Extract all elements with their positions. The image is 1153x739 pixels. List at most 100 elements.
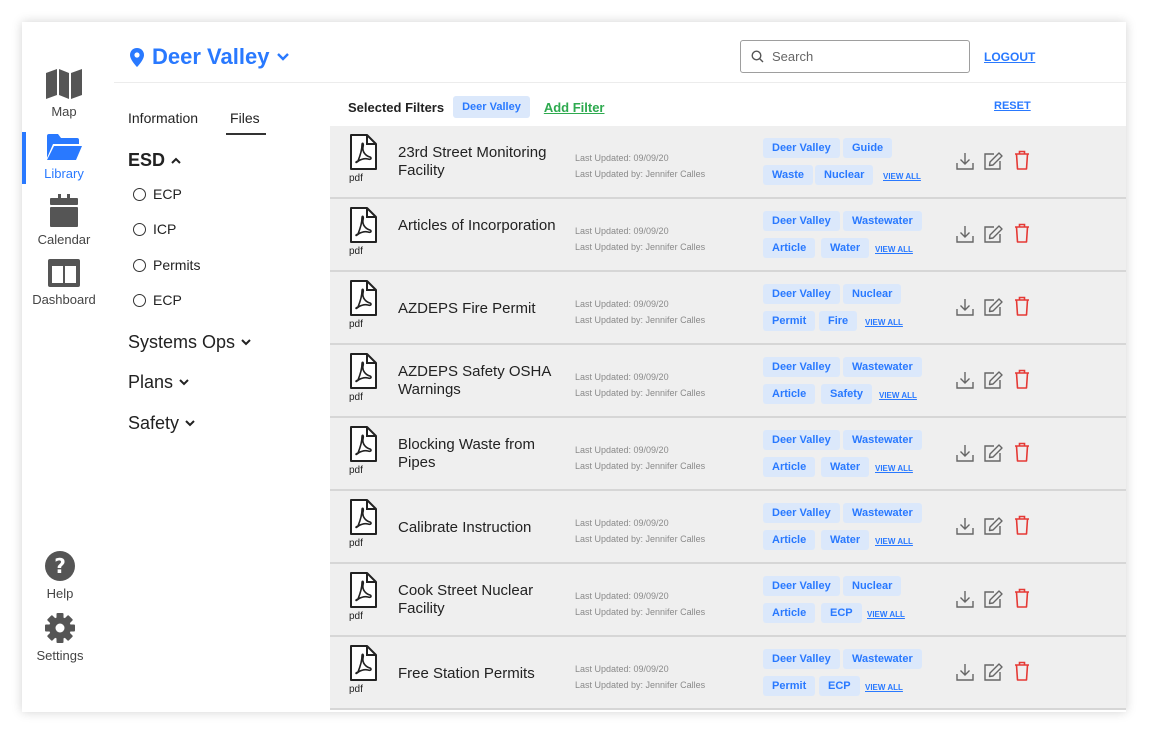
view-all-link[interactable]: VIEW ALL — [865, 683, 903, 692]
download-icon[interactable] — [956, 152, 974, 175]
tag-chip[interactable]: Deer Valley — [763, 503, 840, 523]
tag-chip[interactable]: Wastewater — [843, 211, 922, 231]
edit-icon[interactable] — [984, 590, 1003, 613]
location-selector[interactable]: Deer Valley — [130, 44, 290, 70]
download-icon[interactable] — [956, 663, 974, 686]
download-icon[interactable] — [956, 371, 974, 394]
tag-chip[interactable]: Deer Valley — [763, 576, 840, 596]
filter-chip[interactable]: Deer Valley — [453, 96, 530, 118]
tag-chip[interactable]: Wastewater — [843, 357, 922, 377]
edit-icon[interactable] — [984, 225, 1003, 248]
download-icon[interactable] — [956, 225, 974, 248]
category-safety[interactable]: Safety — [128, 413, 195, 434]
tag-chip[interactable]: Wastewater — [843, 503, 922, 523]
tag-chip[interactable]: Fire — [819, 311, 858, 331]
download-icon[interactable] — [956, 590, 974, 613]
edit-icon[interactable] — [984, 298, 1003, 321]
rail-item-help[interactable]: ? Help — [22, 550, 102, 601]
tag-chip[interactable]: Deer Valley — [763, 211, 840, 231]
rail-item-dashboard[interactable]: Dashboard — [22, 258, 106, 307]
category-plans[interactable]: Plans — [128, 372, 189, 393]
tag-chip[interactable]: Deer Valley — [763, 649, 840, 669]
tag-chip[interactable]: Wastewater — [843, 430, 922, 450]
radio-ecp[interactable]: ECP — [133, 186, 182, 202]
file-name[interactable]: Calibrate Instruction — [398, 519, 558, 537]
radio-icp[interactable]: ICP — [133, 221, 176, 237]
tag-chip[interactable]: Permit — [763, 676, 816, 696]
file-row[interactable]: pdf Blocking Waste from Pipes Last Updated… — [330, 418, 1126, 491]
edit-icon[interactable] — [984, 152, 1003, 175]
view-all-link[interactable]: VIEW ALL — [875, 464, 913, 473]
file-row[interactable]: pdf AZDEPS Fire Permit Last Updated: 09/09… — [330, 272, 1126, 345]
file-name[interactable]: Free Station Permits — [398, 665, 558, 683]
tag-chip[interactable]: Safety — [821, 384, 873, 404]
tag-chip[interactable]: Deer Valley — [763, 430, 840, 450]
category-esd[interactable]: ESD — [128, 150, 181, 171]
edit-icon[interactable] — [984, 663, 1003, 686]
tag-chip[interactable]: ECP — [821, 603, 862, 623]
download-icon[interactable] — [956, 517, 974, 540]
delete-icon[interactable] — [1014, 223, 1030, 248]
tag-chip[interactable]: Article — [763, 238, 816, 258]
tag-chip[interactable]: Deer Valley — [763, 357, 840, 377]
logout-link[interactable]: LOGOUT — [984, 50, 1035, 64]
view-all-link[interactable]: VIEW ALL — [867, 610, 905, 619]
tag-chip[interactable]: Wastewater — [843, 649, 922, 669]
reset-link[interactable]: RESET — [994, 100, 1031, 112]
download-icon[interactable] — [956, 298, 974, 321]
file-row[interactable]: pdf Free Station Permits Last Updated: 09/… — [330, 637, 1126, 710]
tag-chip[interactable]: Nuclear — [843, 284, 902, 304]
edit-icon[interactable] — [984, 517, 1003, 540]
add-filter-link[interactable]: Add Filter — [544, 100, 605, 115]
tag-chip[interactable]: Water — [821, 238, 870, 258]
rail-item-calendar[interactable]: Calendar — [22, 194, 106, 247]
radio-ecp-2[interactable]: ECP — [133, 292, 182, 308]
download-icon[interactable] — [956, 444, 974, 467]
delete-icon[interactable] — [1014, 442, 1030, 467]
rail-item-map[interactable]: Map — [22, 68, 106, 119]
file-row[interactable]: pdf Calibrate Instruction Last Updated: 09… — [330, 491, 1126, 564]
tag-chip[interactable]: Nuclear — [815, 165, 874, 185]
file-name[interactable]: Blocking Waste from Pipes — [398, 436, 558, 472]
view-all-link[interactable]: VIEW ALL — [875, 537, 913, 546]
tag-chip[interactable]: Article — [763, 530, 816, 550]
edit-icon[interactable] — [984, 371, 1003, 394]
tag-chip[interactable]: Article — [763, 384, 816, 404]
tag-chip[interactable]: Water — [821, 530, 870, 550]
delete-icon[interactable] — [1014, 296, 1030, 321]
delete-icon[interactable] — [1014, 661, 1030, 686]
file-name[interactable]: Cook Street Nuclear Facility — [398, 582, 558, 618]
file-row[interactable]: pdf AZDEPS Safety OSHA Warnings Last Updat… — [330, 345, 1126, 418]
tag-chip[interactable]: Article — [763, 603, 816, 623]
tag-chip[interactable]: ECP — [819, 676, 860, 696]
category-systems-ops[interactable]: Systems Ops — [128, 332, 251, 353]
tag-chip[interactable]: Deer Valley — [763, 138, 840, 158]
file-name[interactable]: Articles of Incorporation — [398, 217, 558, 235]
tab-files[interactable]: Files — [226, 110, 266, 135]
tag-chip[interactable]: Nuclear — [843, 576, 902, 596]
file-name[interactable]: 23rd Street Monitoring Facility — [398, 144, 558, 180]
file-row[interactable]: pdf Cook Street Nuclear Facility Last Upda… — [330, 564, 1126, 637]
file-name[interactable]: AZDEPS Fire Permit — [398, 300, 558, 318]
view-all-link[interactable]: VIEW ALL — [865, 318, 903, 327]
tag-chip[interactable]: Waste — [763, 165, 813, 185]
tag-chip[interactable]: Deer Valley — [763, 284, 840, 304]
file-row[interactable]: pdf 23rd Street Monitoring Facility Last U… — [330, 126, 1126, 199]
edit-icon[interactable] — [984, 444, 1003, 467]
delete-icon[interactable] — [1014, 588, 1030, 613]
file-name[interactable]: AZDEPS Safety OSHA Warnings — [398, 363, 558, 399]
tag-chip[interactable]: Guide — [843, 138, 893, 158]
view-all-link[interactable]: VIEW ALL — [879, 391, 917, 400]
tag-chip[interactable]: Water — [821, 457, 870, 477]
view-all-link[interactable]: VIEW ALL — [883, 172, 921, 181]
delete-icon[interactable] — [1014, 369, 1030, 394]
file-row[interactable]: pdf Articles of Incorporation Last Updated… — [330, 199, 1126, 272]
delete-icon[interactable] — [1014, 515, 1030, 540]
delete-icon[interactable] — [1014, 150, 1030, 175]
search-input[interactable]: Search — [740, 40, 970, 73]
tag-chip[interactable]: Article — [763, 457, 816, 477]
rail-item-settings[interactable]: Settings — [22, 612, 102, 663]
tag-chip[interactable]: Permit — [763, 311, 816, 331]
tab-information[interactable]: Information — [128, 110, 198, 135]
rail-item-library[interactable]: Library — [22, 132, 106, 181]
